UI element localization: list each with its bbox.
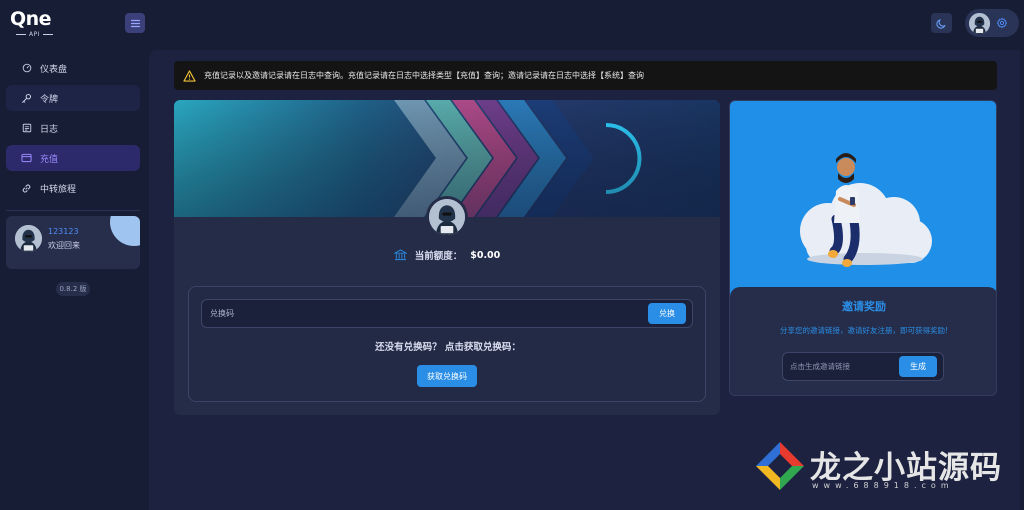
generate-link-button[interactable]: 生成 xyxy=(899,356,937,377)
logo-subtitle: API xyxy=(10,31,60,38)
sidebar-item-label: 仪表盘 xyxy=(40,64,68,75)
invite-link-field: 生成 xyxy=(782,352,944,381)
invite-panel: 邀请奖励 分享您的邀请链接，邀请好友注册，即可获得奖励! 生成 xyxy=(729,100,997,396)
wallet-icon xyxy=(21,153,32,164)
menu-icon xyxy=(130,19,140,27)
quota-label: 当前额度： xyxy=(414,251,463,262)
sidebar-item-label: 中转旅程 xyxy=(40,184,77,195)
user-card[interactable]: 123123 欢迎回来 xyxy=(6,216,140,269)
redeem-button[interactable]: 兑换 xyxy=(648,303,686,324)
invite-link-input[interactable] xyxy=(790,353,898,380)
username: 123123 xyxy=(48,227,79,236)
key-icon xyxy=(21,93,32,104)
logo-text: Qne xyxy=(10,8,52,30)
invite-illustration xyxy=(730,101,996,301)
quota-display: 当前额度： $0.00 xyxy=(174,248,720,262)
sidebar-item-topup[interactable]: 充值 xyxy=(6,145,140,171)
quota-value: $0.00 xyxy=(470,249,501,261)
bank-icon xyxy=(393,249,407,261)
redeem-panel: 当前额度： $0.00 兑换 还没有兑换码？ 点击获取兑换码： 获取兑换码 xyxy=(174,100,720,415)
sidebar-item-label: 充值 xyxy=(40,154,59,165)
profile-avatar xyxy=(426,196,468,238)
sidebar-item-dashboard[interactable]: 仪表盘 xyxy=(6,55,140,81)
redeem-box: 兑换 还没有兑换码？ 点击获取兑换码： 获取兑换码 xyxy=(188,286,706,402)
welcome-text: 欢迎回来 xyxy=(48,241,80,250)
menu-toggle-button[interactable] xyxy=(125,13,145,33)
notice-banner: 充值记录以及邀请记录请在日志中查询。充值记录请在日志中选择类型【充值】查询；邀请… xyxy=(174,61,997,90)
no-code-text: 还没有兑换码？ 点击获取兑换码： xyxy=(375,342,521,353)
get-code-button[interactable]: 获取兑换码 xyxy=(417,365,477,387)
sidebar-item-label: 令牌 xyxy=(40,94,59,105)
notice-text: 充值记录以及邀请记录请在日志中查询。充值记录请在日志中选择类型【充值】查询；邀请… xyxy=(204,71,644,80)
sidebar-divider xyxy=(6,210,140,211)
invite-description: 分享您的邀请链接，邀请好友注册，即可获得奖励! xyxy=(779,326,948,335)
link-icon xyxy=(21,183,32,194)
logo-sub-text: API xyxy=(29,31,40,38)
theme-toggle-button[interactable] xyxy=(931,13,952,33)
avatar xyxy=(969,12,990,34)
warning-icon xyxy=(183,69,196,82)
dashboard-icon xyxy=(21,63,32,74)
sidebar-item-journey[interactable]: 中转旅程 xyxy=(6,175,140,201)
redeem-code-input[interactable] xyxy=(210,300,640,327)
watermark-logo-icon xyxy=(756,442,804,490)
avatar xyxy=(15,225,42,252)
moon-icon xyxy=(936,18,946,29)
gear-icon xyxy=(996,17,1008,29)
watermark: 龙之小站源码 www.688918.com xyxy=(754,440,1004,496)
user-card-decoration xyxy=(110,216,140,246)
invite-title: 邀请奖励 xyxy=(842,300,886,313)
version-badge: 0.8.2 版 xyxy=(56,282,90,296)
redeem-code-field: 兑换 xyxy=(201,299,693,328)
sidebar-item-label: 日志 xyxy=(40,124,59,135)
user-menu-button[interactable] xyxy=(965,9,1019,37)
watermark-subtext: www.688918.com xyxy=(812,481,954,490)
sidebar: 仪表盘 令牌 日志 充值 中转旅程 123123 欢迎回来 0.8.2 版 xyxy=(0,50,148,510)
log-icon xyxy=(21,123,32,134)
app-logo[interactable]: Qne API xyxy=(10,9,60,39)
sidebar-item-logs[interactable]: 日志 xyxy=(6,115,140,141)
sidebar-item-tokens[interactable]: 令牌 xyxy=(6,85,140,111)
